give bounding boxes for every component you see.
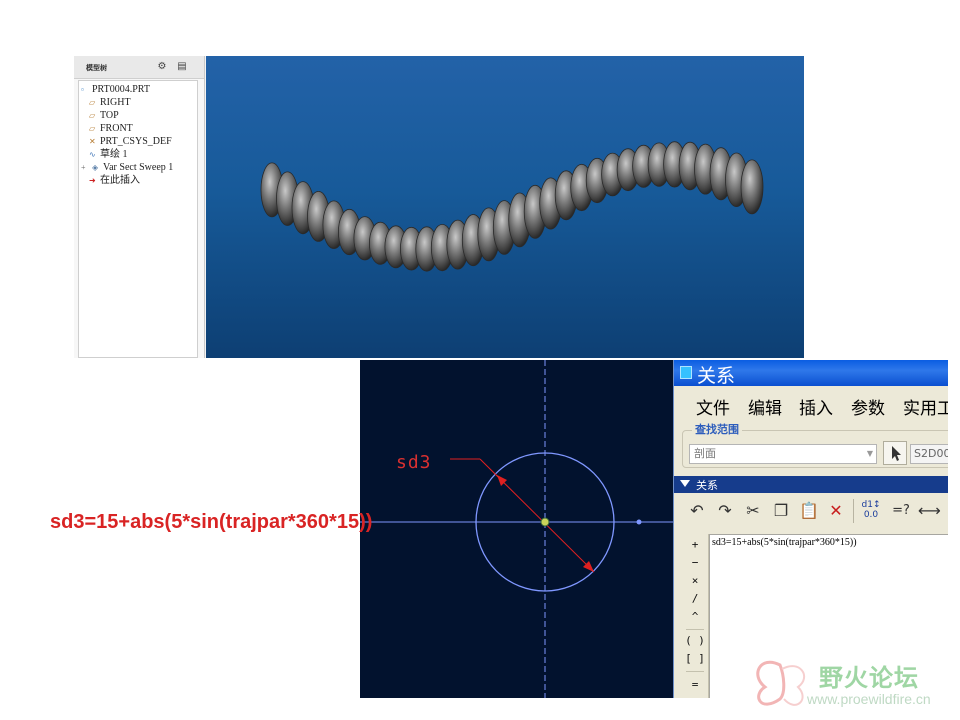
tree-item[interactable]: ✕ PRT_CSYS_DEF [89, 135, 172, 148]
divide-operator-button[interactable]: / [682, 590, 708, 608]
tree-item[interactable]: ▱ TOP [89, 109, 119, 122]
expand-plus-icon[interactable]: + [81, 161, 92, 174]
formula-annotation: sd3=15+abs(5*sin(trajpar*360*15)) [50, 511, 373, 533]
menu-parameters[interactable]: 参数 [851, 394, 885, 419]
scope-dropdown[interactable]: 剖面 ▼ [689, 444, 877, 464]
sketch-window[interactable] [360, 360, 673, 698]
window-icon [680, 366, 692, 379]
operator-divider [686, 671, 704, 672]
insert-here-arrow-icon: ➜ [89, 176, 96, 185]
dimension-line [479, 458, 595, 573]
relations-section-label: 关系 [696, 479, 718, 492]
sketch-canvas [360, 360, 673, 698]
tree-item[interactable]: ➜ 在此插入 [89, 174, 140, 187]
plus-operator-button[interactable]: + [682, 536, 708, 554]
relations-dialog: 关系 文件 编辑 插入 参数 实用工 查找范围 剖面 ▼ S2D00 关系 ↶ … [673, 360, 948, 698]
brackets-button[interactable]: [ ] [682, 650, 708, 668]
measure-icon[interactable]: ⟷ [918, 500, 941, 522]
scope-name-field[interactable]: S2D00 [910, 444, 948, 464]
datum-plane-icon: ▱ [89, 98, 96, 107]
equals-operator-button[interactable]: = [682, 676, 708, 694]
center-point[interactable] [540, 517, 550, 527]
relations-section-bar[interactable]: 关系 [674, 476, 948, 493]
redo-icon[interactable]: ↷ [714, 500, 736, 522]
csys-icon: ✕ [89, 137, 96, 146]
power-operator-button[interactable]: ^ [682, 608, 708, 626]
dialog-titlebar[interactable]: 关系 [674, 360, 948, 387]
tree-filter-icon[interactable]: ⚙ [154, 60, 170, 74]
relation-text: sd3=15+abs(5*sin(trajpar*360*15)) [712, 537, 857, 548]
menu-insert[interactable]: 插入 [799, 394, 833, 419]
model-tree-title: 模型树 [86, 64, 107, 72]
dialog-menu-bar: 文件 编辑 插入 参数 实用工 [674, 388, 948, 419]
copy-icon[interactable]: ❐ [770, 500, 792, 522]
menu-edit[interactable]: 编辑 [748, 394, 782, 419]
tree-item[interactable]: ▱ FRONT [89, 122, 133, 135]
menu-utilities[interactable]: 实用工 [903, 394, 948, 419]
tree-item[interactable]: + ◈ Var Sect Sweep 1 [81, 161, 173, 174]
chevron-down-icon: ▼ [866, 449, 873, 458]
3d-viewport[interactable] [206, 56, 804, 358]
menu-file[interactable]: 文件 [696, 394, 730, 419]
model-tree-header: 模型树 ⚙ ▤ [74, 56, 204, 79]
trajectory-point[interactable] [636, 519, 642, 525]
part-icon: ▫ [81, 85, 84, 94]
find-scope-legend: 查找范围 [692, 421, 742, 437]
select-pointer-button[interactable] [883, 441, 907, 465]
paste-icon[interactable]: 📋 [798, 500, 820, 522]
collapse-triangle-icon [680, 480, 690, 487]
minus-operator-button[interactable]: − [682, 554, 708, 572]
model-tree-list: ▫ PRT0004.PRT ▱ RIGHT ▱ TOP ▱ FRONT ✕ PRT_CSY… [78, 80, 198, 358]
tree-item[interactable]: ▫ PRT0004.PRT [81, 83, 150, 96]
cursor-arrow-icon [892, 446, 901, 461]
operator-divider [686, 629, 704, 630]
datum-plane-icon: ▱ [89, 124, 96, 133]
tree-settings-icon[interactable]: ▤ [174, 60, 190, 74]
watermark-name: 野火论坛 [819, 664, 919, 692]
tree-item[interactable]: ∿ 草绘 1 [89, 148, 128, 161]
multiply-operator-button[interactable]: × [682, 572, 708, 590]
helical-spring-model [260, 141, 764, 272]
delete-icon[interactable]: ✕ [825, 500, 847, 522]
operator-buttons: + − × / ^ ( ) [ ] = [682, 534, 709, 698]
tree-item[interactable]: ▱ RIGHT [89, 96, 131, 109]
datum-plane-icon: ▱ [89, 111, 96, 120]
sweep-feature-icon: ◈ [92, 163, 99, 172]
model-window-screenshot: 模型树 ⚙ ▤ ▫ PRT0004.PRT ▱ RIGHT ▱ TOP ▱ FRONT … [74, 56, 804, 358]
display-values-icon[interactable]: d1↕ 0.0 [860, 500, 882, 522]
model-tree-panel: 模型树 ⚙ ▤ ▫ PRT0004.PRT ▱ RIGHT ▱ TOP ▱ FRONT … [74, 56, 205, 358]
parentheses-button[interactable]: ( ) [682, 632, 708, 650]
dialog-title: 关系 [697, 365, 736, 387]
relations-toolbar: ↶ ↷ ✂ ❐ 📋 ✕ d1↕ 0.0 =? ⟷ [674, 496, 948, 528]
evaluate-icon[interactable]: =? [890, 500, 912, 522]
dimension-label[interactable]: sd3 [396, 452, 432, 473]
coil-segment [740, 159, 764, 215]
undo-icon[interactable]: ↶ [686, 500, 708, 522]
cut-icon[interactable]: ✂ [742, 500, 764, 522]
toolbar-separator [853, 499, 854, 523]
sketch-icon: ∿ [89, 150, 96, 159]
watermark-url: www.proewildfire.cn [807, 691, 931, 707]
